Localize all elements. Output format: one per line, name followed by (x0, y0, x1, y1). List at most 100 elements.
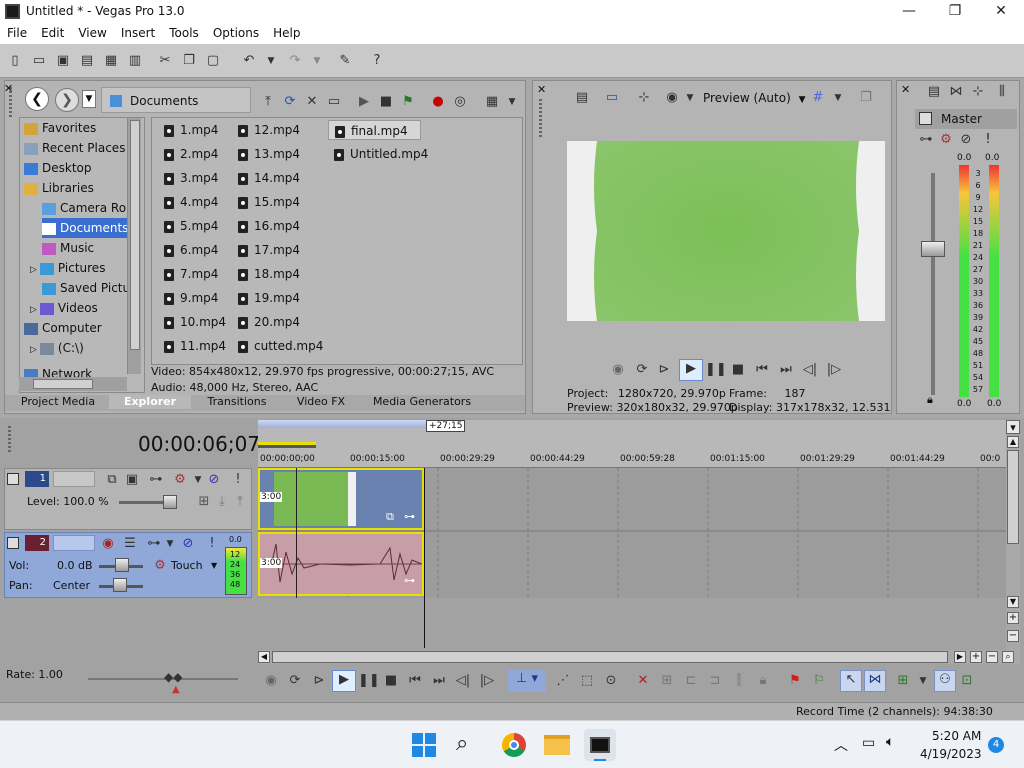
playhead-cursor[interactable] (296, 468, 297, 598)
search-icon[interactable]: ◎ (451, 93, 469, 111)
minimize-button[interactable]: — (886, 0, 932, 24)
file-item[interactable]: 5.mp4 (164, 216, 218, 236)
file-item[interactable]: 9.mp4 (164, 288, 218, 308)
vol-slider[interactable] (115, 558, 129, 572)
file-item[interactable]: 6.mp4 (164, 240, 218, 260)
mute-icon[interactable]: ⊘ (179, 535, 197, 553)
next-frame-icon[interactable]: |▷ (478, 672, 496, 690)
go-to-start-icon[interactable]: ⏮ (406, 672, 424, 690)
previous-frame-icon[interactable]: ◁| (454, 672, 472, 690)
stop-preview-icon[interactable]: ■ (377, 93, 395, 111)
insert-marker-icon[interactable]: ⚑ (786, 672, 804, 690)
tree-item-computer[interactable]: Computer (24, 318, 102, 338)
chevron-right-icon[interactable]: ▷ (30, 305, 37, 315)
tab-project-media[interactable]: Project Media (9, 395, 107, 409)
solo-icon[interactable]: ! (203, 535, 221, 553)
auto-preview-icon[interactable]: ⚑ (399, 93, 417, 111)
chevron-right-icon[interactable]: ▷ (30, 345, 37, 355)
lock-icon[interactable]: 🔒︎ (927, 393, 933, 407)
track-motion-icon[interactable]: ⧉ (103, 471, 121, 489)
trim-start-icon[interactable]: ⊏ (682, 672, 700, 690)
automation-gear-icon[interactable]: ⚙ (151, 557, 169, 575)
tab-media-generators[interactable]: Media Generators (365, 395, 479, 409)
loop-region-bar[interactable] (258, 420, 428, 428)
stop-button[interactable]: ■ (382, 672, 400, 690)
lock-envelopes-icon[interactable]: ⚇ (934, 670, 956, 692)
tree-item-videos[interactable]: ▷ Videos (30, 298, 98, 318)
vegas-taskbar-icon[interactable] (584, 729, 616, 761)
solo-icon[interactable]: ! (979, 131, 997, 149)
render-icon[interactable]: ▦ (102, 52, 120, 70)
video-track-name-field[interactable] (53, 471, 95, 487)
file-item[interactable]: 18.mp4 (238, 264, 300, 284)
delete-icon[interactable]: ✕ (634, 672, 652, 690)
split-dropdown-icon[interactable]: ▼ (681, 89, 699, 107)
make-child-icon[interactable]: ⤓ (213, 493, 231, 511)
overlays-icon[interactable]: # (809, 89, 827, 107)
pan-crop-icon[interactable]: ⧉ (386, 510, 394, 524)
up-folder-icon[interactable]: ⤒ (259, 93, 277, 111)
tree-item-recent-places[interactable]: Recent Places (24, 138, 125, 158)
paste-icon[interactable]: ▢ (204, 52, 222, 70)
menu-insert[interactable]: Insert (114, 24, 162, 42)
tree-item-libraries[interactable]: Libraries (24, 178, 94, 198)
tree-item-camera-roll[interactable]: Camera Roll (42, 198, 133, 218)
go-to-end-icon[interactable]: ⏭ (430, 672, 448, 690)
loop-playback-icon[interactable]: ⟳ (633, 361, 651, 379)
tab-explorer[interactable]: Explorer (109, 395, 191, 409)
menu-options[interactable]: Options (206, 24, 266, 42)
maximize-button[interactable]: ❐ (932, 0, 978, 24)
tree-hscrollbar[interactable] (19, 377, 127, 391)
notification-badge[interactable]: 4 (988, 737, 1004, 753)
tree-vscrollbar[interactable] (127, 118, 141, 374)
mixer-properties-icon[interactable]: ▤ (925, 83, 943, 101)
refresh-icon[interactable]: ⟳ (281, 93, 299, 111)
tree-item-music[interactable]: Music (42, 238, 94, 258)
mute-icon[interactable]: ⊘ (205, 471, 223, 489)
timeline-hscrollbar[interactable]: ◀ ▶ + − ⌕ (258, 650, 1020, 664)
record-icon[interactable]: ◉ (262, 672, 280, 690)
external-monitor-icon[interactable]: ▭ (603, 89, 621, 107)
file-item[interactable]: 12.mp4 (238, 120, 300, 140)
file-item[interactable]: 13.mp4 (238, 144, 300, 164)
split-icon[interactable]: ⫿ (730, 672, 748, 690)
undo-icon[interactable]: ↶ (240, 52, 258, 70)
clock-date[interactable]: 4/19/2023 (920, 747, 982, 761)
tree-item-c-drive[interactable]: ▷ (C:\) (30, 338, 84, 358)
chevron-down-icon[interactable]: ▼ (211, 561, 217, 570)
tree-item-desktop[interactable]: Desktop (24, 158, 92, 178)
close-button[interactable]: ✕ (978, 0, 1024, 24)
copy-icon[interactable]: ❐ (180, 52, 198, 70)
file-item[interactable]: 2.mp4 (164, 144, 218, 164)
auto-ripple-icon[interactable]: ↖ (840, 670, 862, 692)
file-item[interactable]: final.mp4 (328, 120, 421, 140)
zoom-tool-icon[interactable]: ⊙ (602, 672, 620, 690)
file-item[interactable]: 14.mp4 (238, 168, 300, 188)
cut-icon[interactable]: ✂ (156, 52, 174, 70)
file-item[interactable]: 16.mp4 (238, 216, 300, 236)
new-folder-icon[interactable]: ▭ (325, 93, 343, 111)
open-icon[interactable]: ▭ (30, 52, 48, 70)
arm-for-record-icon[interactable]: ◉ (99, 535, 117, 553)
audio-track-name-field[interactable] (53, 535, 95, 551)
get-media-icon[interactable]: ● (429, 93, 447, 111)
timeline-vscrollbar[interactable]: ▲ ▼ + − (1006, 436, 1020, 662)
menu-tools[interactable]: Tools (162, 24, 206, 42)
views-dropdown-icon[interactable]: ▼ (503, 93, 521, 111)
video-level-slider[interactable] (163, 495, 177, 509)
file-item[interactable]: 7.mp4 (164, 264, 218, 284)
enable-snapping-icon[interactable]: ✎ (336, 52, 354, 70)
mixer-options-icon[interactable]: ⫼ (993, 83, 1011, 101)
play-button[interactable]: ▶ (679, 359, 703, 381)
insert-fx-icon[interactable]: ⊶ (917, 131, 935, 149)
track-lanes[interactable]: 3:00 ⧉ ⊶ 3:00 ⊶ (258, 468, 1006, 648)
envelope-tool-icon[interactable]: ⋰ (554, 672, 572, 690)
menu-view[interactable]: View (71, 24, 113, 42)
play-from-start-icon[interactable]: ⊳ (655, 361, 673, 379)
auto-crossfade-icon[interactable]: ⊞ (894, 672, 912, 690)
fx-gear-icon[interactable]: ⚙ (937, 131, 955, 149)
close-panel-icon[interactable]: ✕ (901, 83, 910, 96)
track-fx-gear-icon[interactable]: ⚙ (171, 471, 189, 489)
file-item[interactable]: 19.mp4 (238, 288, 300, 308)
start-icon[interactable] (412, 733, 436, 757)
